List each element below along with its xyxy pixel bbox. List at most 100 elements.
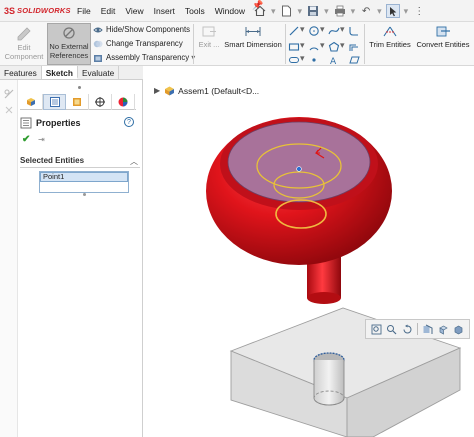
spline-dropdown-icon[interactable]: ▾ — [340, 24, 345, 35]
collapse-chevron-icon[interactable]: ︿ — [130, 156, 138, 167]
3d-model-view[interactable] — [143, 80, 474, 437]
undo-icon[interactable]: ↶ — [359, 4, 373, 18]
smart-dimension-button[interactable]: Smart Dimension — [222, 25, 284, 49]
list-resize-grip[interactable] — [83, 193, 86, 196]
display-style-icon[interactable] — [453, 324, 464, 335]
command-tabs: Features Sketch Evaluate — [0, 66, 143, 80]
menu-tools[interactable]: Tools — [180, 0, 210, 22]
save-icon[interactable] — [306, 4, 320, 18]
undo-dropdown-icon[interactable]: ▾ — [377, 6, 382, 17]
tab-features[interactable]: Features — [0, 66, 42, 79]
spline-tool-icon[interactable] — [328, 25, 340, 37]
smart-dimension-label: Smart Dimension — [224, 40, 282, 49]
dimxpert-manager-tab[interactable] — [89, 94, 112, 110]
display-manager-tab[interactable] — [112, 94, 135, 110]
configuration-manager-icon — [73, 98, 81, 106]
configuration-manager-tab[interactable] — [66, 94, 89, 110]
select-cursor-icon[interactable] — [385, 4, 400, 18]
expand-arrow-icon[interactable]: ▶ — [154, 86, 160, 95]
graphics-area[interactable]: ▶ Assem1 (Default<D... — [143, 80, 474, 437]
new-dropdown-icon[interactable]: ▾ — [271, 6, 276, 17]
solidworks-logo: 3S SOLIDWORKS — [0, 6, 72, 16]
previous-view-icon[interactable] — [402, 324, 413, 335]
trim-entities-button[interactable]: Trim Entities — [366, 25, 414, 49]
trim-entities-label: Trim Entities — [369, 40, 411, 49]
edit-component-button[interactable]: Edit Component — [2, 25, 46, 61]
hide-show-components-label: Hide/Show Components — [106, 25, 191, 34]
sketch-point-icon[interactable] — [308, 55, 320, 65]
rectangle-dropdown-icon[interactable]: ▾ — [300, 40, 305, 51]
arc-dropdown-icon[interactable]: ▾ — [320, 40, 325, 51]
more-options-icon[interactable]: ⋮ — [412, 4, 426, 18]
feature-manager-tab[interactable] — [20, 94, 43, 110]
line-dropdown-icon[interactable]: ▾ — [300, 24, 305, 35]
display-manager-icon — [118, 97, 128, 107]
command-manager: Edit Component No External References Hi… — [0, 22, 474, 66]
properties-icon — [20, 117, 32, 129]
change-transparency-label: Change Transparency — [106, 39, 183, 48]
edit-component-label-2: Component — [4, 52, 44, 61]
trim-entities-icon — [383, 26, 397, 37]
new-document-icon[interactable] — [280, 4, 294, 18]
property-manager-tab[interactable] — [43, 94, 66, 110]
offset-entities-icon[interactable] — [348, 41, 360, 53]
section-view-icon[interactable] — [422, 324, 433, 335]
circle-dropdown-icon[interactable]: ▾ — [320, 24, 325, 35]
tab-sketch[interactable]: Sketch — [41, 66, 78, 79]
slot-dropdown-icon[interactable]: ▾ — [300, 53, 305, 64]
exit-sketch-button[interactable]: Exit ... — [196, 25, 222, 49]
zoom-fit-icon[interactable] — [371, 324, 382, 335]
menu-view[interactable]: View — [120, 0, 148, 22]
line-tool-icon[interactable] — [288, 25, 300, 37]
ok-checkmark-icon[interactable]: ✔ — [22, 134, 30, 145]
rectangle-tool-icon[interactable] — [288, 41, 300, 53]
print-icon[interactable] — [333, 4, 347, 18]
slot-tool-icon[interactable] — [288, 55, 300, 65]
change-transparency-icon — [93, 40, 103, 47]
select-dropdown-icon[interactable]: ▾ — [404, 6, 409, 17]
view-heads-up-toolbar — [365, 319, 470, 339]
menu-edit[interactable]: Edit — [96, 0, 121, 22]
no-external-references-label-2: References — [49, 51, 89, 60]
selected-top-face[interactable] — [227, 121, 371, 203]
dimxpert-icon — [95, 97, 105, 107]
pin-property-manager-icon[interactable]: ⇥ — [38, 135, 45, 144]
zoom-area-icon[interactable] — [386, 324, 397, 335]
print-dropdown-icon[interactable]: ▾ — [351, 6, 356, 17]
red-knob[interactable] — [206, 117, 392, 265]
selected-entities-list[interactable]: Point1 — [39, 171, 129, 193]
tab-evaluate[interactable]: Evaluate — [78, 66, 120, 79]
view-orientation-icon[interactable] — [438, 324, 449, 335]
assembly-transparency-button[interactable]: Assembly Transparency ▾ — [93, 51, 195, 64]
plane-tool-icon[interactable] — [348, 55, 360, 65]
change-transparency-button[interactable]: Change Transparency — [93, 37, 183, 50]
text-tool-icon[interactable]: A — [328, 55, 340, 65]
no-external-references-label-1: No External — [49, 42, 89, 51]
point1-marker[interactable] — [296, 166, 302, 172]
logo-text: SOLIDWORKS — [17, 6, 71, 15]
hide-show-components-button[interactable]: Hide/Show Components — [93, 23, 190, 36]
convert-entities-button[interactable]: Convert Entities — [414, 25, 472, 49]
assembly-icon — [165, 86, 175, 96]
arc-tool-icon[interactable] — [308, 41, 320, 53]
panel-grip-dot[interactable] — [78, 86, 81, 89]
circle-tool-icon[interactable] — [308, 25, 320, 37]
help-icon[interactable]: ? — [124, 117, 134, 127]
selected-entity-item[interactable]: Point1 — [40, 172, 128, 182]
selected-entities-group-header[interactable]: Selected Entities ︿ — [20, 156, 140, 168]
menu-insert[interactable]: Insert — [149, 0, 180, 22]
polygon-dropdown-icon[interactable]: ▾ — [340, 40, 345, 51]
sketch-fillet-icon[interactable] — [348, 25, 360, 37]
assembly-transparency-label: Assembly Transparency — [106, 53, 190, 62]
open-dropdown-icon[interactable]: ▾ — [298, 6, 303, 17]
hud-separator — [416, 323, 418, 335]
no-external-references-icon — [63, 27, 75, 39]
ribbon-separator — [193, 24, 194, 64]
feature-tree-root[interactable]: ▶ Assem1 (Default<D... — [154, 85, 259, 96]
save-dropdown-icon[interactable]: ▾ — [324, 6, 329, 17]
home-icon[interactable] — [253, 4, 267, 18]
menu-window[interactable]: Window — [210, 0, 250, 22]
polygon-tool-icon[interactable] — [328, 41, 340, 53]
menu-file[interactable]: File — [72, 0, 96, 22]
no-external-references-button[interactable]: No External References — [47, 23, 91, 65]
